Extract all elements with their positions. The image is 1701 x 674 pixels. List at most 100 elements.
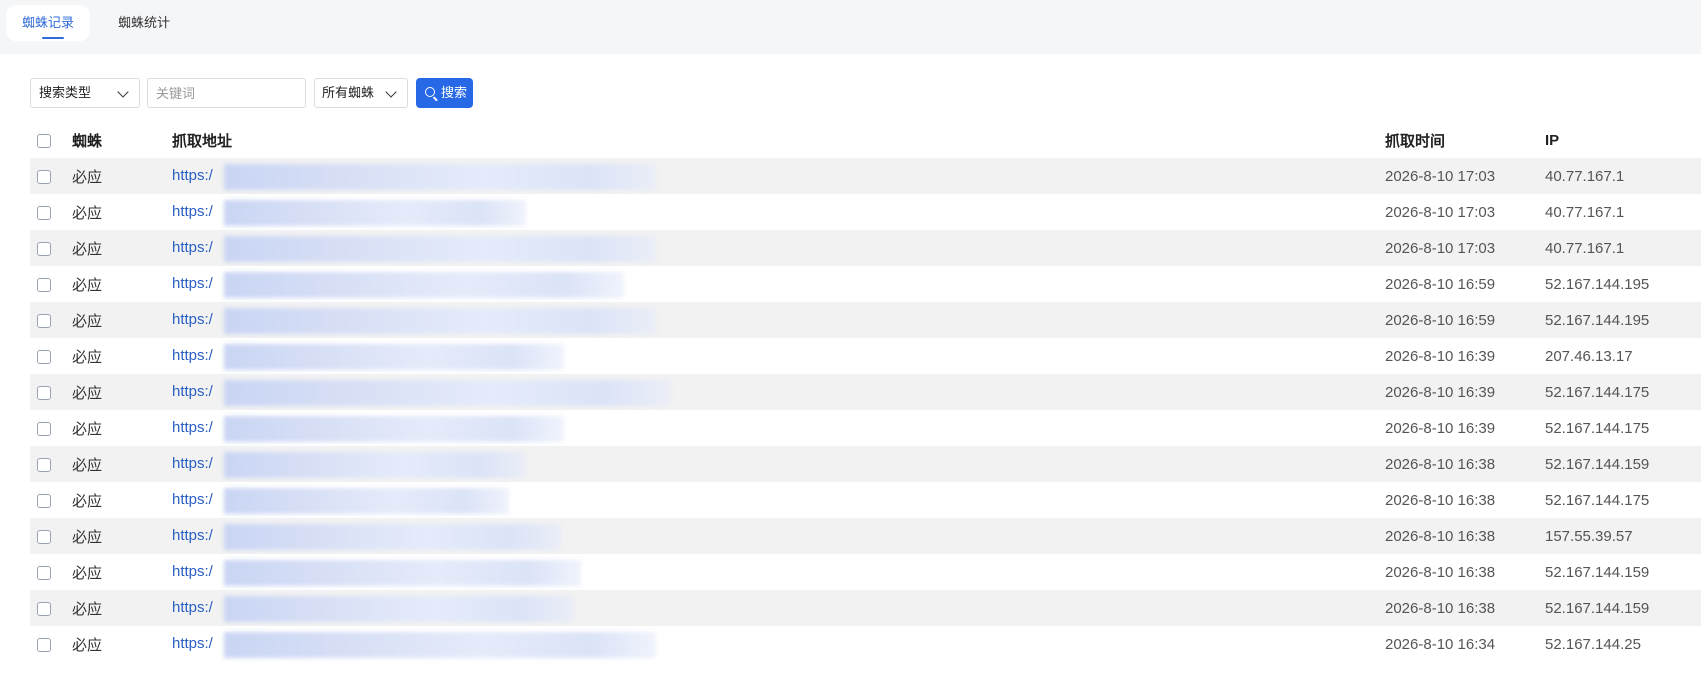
search-button[interactable]: 搜索	[416, 78, 473, 108]
row-checkbox[interactable]	[37, 169, 51, 184]
column-header-ip[interactable]: IP	[1545, 122, 1701, 158]
row-checkbox[interactable]	[37, 421, 51, 436]
row-checkbox[interactable]	[37, 241, 51, 256]
row-checkbox[interactable]	[37, 493, 51, 508]
spider-name: 必应	[72, 590, 172, 626]
url-cell: https:/	[172, 266, 1385, 302]
row-select-cell	[30, 626, 72, 662]
ip-address: 52.167.144.25	[1545, 626, 1701, 662]
keyword-input[interactable]	[147, 78, 306, 108]
url-wrap: https:/	[172, 410, 1385, 446]
tab-spider-records[interactable]: 蜘蛛记录	[6, 5, 91, 41]
main-panel: 搜索类型 所有蜘蛛 搜索 蜘蛛 抓取地址 抓取时间 IP	[0, 54, 1701, 674]
crawl-url-link[interactable]: https:/	[172, 275, 213, 292]
ip-address: 52.167.144.159	[1545, 446, 1701, 482]
crawl-url-link[interactable]: https:/	[172, 635, 213, 652]
url-wrap: https:/	[172, 374, 1385, 410]
table-row[interactable]: 必应 https:/ 2026-8-10 17:03 40.77.167.1	[30, 158, 1701, 194]
search-type-select[interactable]: 搜索类型	[30, 78, 140, 108]
spider-filter-select[interactable]: 所有蜘蛛	[314, 78, 408, 108]
spider-name: 必应	[72, 518, 172, 554]
column-header-spider[interactable]: 蜘蛛	[72, 122, 172, 158]
row-select-cell	[30, 374, 72, 410]
url-wrap: https:/	[172, 230, 1385, 266]
search-type-value: 搜索类型	[39, 85, 92, 100]
chevron-down-icon	[117, 86, 129, 98]
crawl-url-link[interactable]: https:/	[172, 491, 213, 508]
select-all-checkbox[interactable]	[37, 133, 51, 148]
spider-name: 必应	[72, 554, 172, 590]
chevron-down-icon	[385, 86, 397, 98]
row-checkbox[interactable]	[37, 277, 51, 292]
crawl-url-link[interactable]: https:/	[172, 239, 213, 256]
spider-name: 必应	[72, 446, 172, 482]
spider-filter-value: 所有蜘蛛	[322, 85, 375, 100]
table-row[interactable]: 必应 https:/ 2026-8-10 16:39 207.46.13.17	[30, 338, 1701, 374]
url-cell: https:/	[172, 194, 1385, 230]
table-row[interactable]: 必应 https:/ 2026-8-10 16:34 52.167.144.25	[30, 626, 1701, 662]
table-row[interactable]: 必应 https:/ 2026-8-10 17:03 40.77.167.1	[30, 194, 1701, 230]
column-header-time[interactable]: 抓取时间	[1385, 122, 1545, 158]
redacted-url-blur	[224, 344, 564, 370]
ip-address: 52.167.144.159	[1545, 590, 1701, 626]
table-row[interactable]: 必应 https:/ 2026-8-10 16:38 52.167.144.159	[30, 554, 1701, 590]
row-checkbox[interactable]	[37, 565, 51, 580]
redacted-url-blur	[224, 488, 509, 514]
crawl-url-link[interactable]: https:/	[172, 347, 213, 364]
table-row[interactable]: 必应 https:/ 2026-8-10 16:59 52.167.144.195	[30, 266, 1701, 302]
row-select-cell	[30, 230, 72, 266]
crawl-url-link[interactable]: https:/	[172, 419, 213, 436]
row-select-cell	[30, 518, 72, 554]
ip-address: 52.167.144.159	[1545, 554, 1701, 590]
row-select-cell	[30, 554, 72, 590]
crawl-url-link[interactable]: https:/	[172, 311, 213, 328]
url-wrap: https:/	[172, 590, 1385, 626]
table-row[interactable]: 必应 https:/ 2026-8-10 16:38 157.55.39.57	[30, 518, 1701, 554]
table-row[interactable]: 必应 https:/ 2026-8-10 16:38 52.167.144.175	[30, 482, 1701, 518]
table-row[interactable]: 必应 https:/ 2026-8-10 16:38 52.167.144.159	[30, 446, 1701, 482]
tab-spider-stats[interactable]: 蜘蛛统计	[102, 5, 186, 41]
url-wrap: https:/	[172, 266, 1385, 302]
redacted-url-blur	[224, 560, 581, 586]
table-row[interactable]: 必应 https:/ 2026-8-10 16:39 52.167.144.175	[30, 374, 1701, 410]
active-tab-underline	[42, 37, 64, 39]
row-checkbox[interactable]	[37, 349, 51, 364]
crawl-url-link[interactable]: https:/	[172, 383, 213, 400]
spider-name: 必应	[72, 482, 172, 518]
crawl-url-link[interactable]: https:/	[172, 203, 213, 220]
url-wrap: https:/	[172, 338, 1385, 374]
crawl-url-link[interactable]: https:/	[172, 167, 213, 184]
url-wrap: https:/	[172, 302, 1385, 338]
crawl-url-link[interactable]: https:/	[172, 563, 213, 580]
row-select-cell	[30, 302, 72, 338]
crawl-time: 2026-8-10 16:38	[1385, 554, 1545, 590]
row-checkbox[interactable]	[37, 529, 51, 544]
row-checkbox[interactable]	[37, 601, 51, 616]
row-checkbox[interactable]	[37, 457, 51, 472]
row-checkbox[interactable]	[37, 637, 51, 652]
search-button-label: 搜索	[441, 85, 468, 100]
row-select-cell	[30, 194, 72, 230]
row-checkbox[interactable]	[37, 385, 51, 400]
spider-name: 必应	[72, 410, 172, 446]
crawl-time: 2026-8-10 16:59	[1385, 266, 1545, 302]
table-row[interactable]: 必应 https:/ 2026-8-10 16:38 52.167.144.159	[30, 590, 1701, 626]
row-checkbox[interactable]	[37, 313, 51, 328]
table-header-row: 蜘蛛 抓取地址 抓取时间 IP	[30, 122, 1701, 158]
row-checkbox[interactable]	[37, 205, 51, 220]
redacted-url-blur	[224, 308, 656, 334]
spider-name: 必应	[72, 626, 172, 662]
redacted-url-blur	[224, 164, 656, 190]
table-row[interactable]: 必应 https:/ 2026-8-10 17:03 40.77.167.1	[30, 230, 1701, 266]
column-header-url[interactable]: 抓取地址	[172, 122, 1385, 158]
crawl-url-link[interactable]: https:/	[172, 527, 213, 544]
ip-address: 52.167.144.175	[1545, 410, 1701, 446]
search-icon	[425, 87, 435, 97]
ip-address: 40.77.167.1	[1545, 158, 1701, 194]
crawl-url-link[interactable]: https:/	[172, 599, 213, 616]
crawl-time: 2026-8-10 16:38	[1385, 590, 1545, 626]
url-wrap: https:/	[172, 482, 1385, 518]
crawl-url-link[interactable]: https:/	[172, 455, 213, 472]
table-row[interactable]: 必应 https:/ 2026-8-10 16:59 52.167.144.195	[30, 302, 1701, 338]
table-row[interactable]: 必应 https:/ 2026-8-10 16:39 52.167.144.175	[30, 410, 1701, 446]
